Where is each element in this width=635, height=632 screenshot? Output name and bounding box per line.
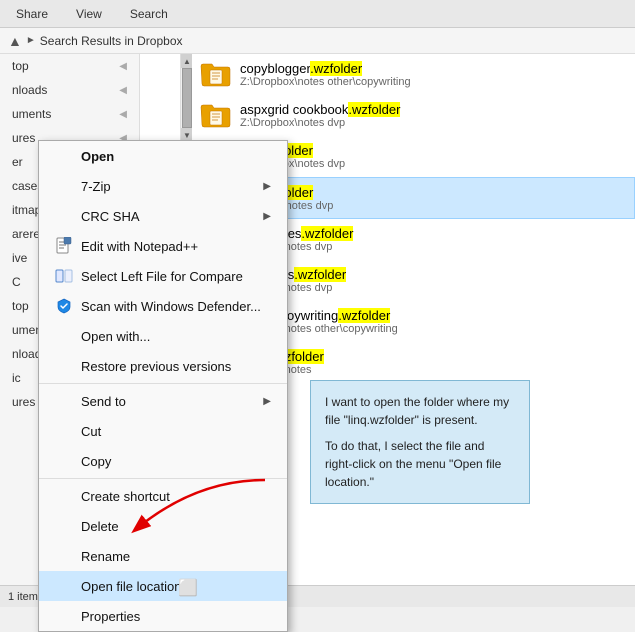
back-button[interactable]: ▲ <box>8 33 22 49</box>
ctx-label-13: Rename <box>81 549 271 564</box>
ctx-item-13[interactable]: Rename <box>39 541 287 571</box>
status-text: 1 item <box>8 591 38 603</box>
ctx-icon-4 <box>55 267 73 285</box>
tooltip-text2: To do that, I select the file and right-… <box>325 437 515 491</box>
ctx-item-11[interactable]: Create shortcut <box>39 481 287 511</box>
ctx-icon-15 <box>55 607 73 625</box>
tab-view[interactable]: View <box>68 3 110 25</box>
ctx-icon-12 <box>55 517 73 535</box>
ctx-item-7[interactable]: Restore previous versions <box>39 351 287 381</box>
ctx-icon-0 <box>55 147 73 165</box>
pin-icon-0: ◀ <box>119 61 127 72</box>
ctx-label-2: CRC SHA <box>81 209 255 224</box>
context-menu: Open 7-Zip ▶ CRC SHA ▶ Edit with Notepad++ Sel… <box>38 140 288 632</box>
ctx-icon-2 <box>55 207 73 225</box>
tab-search[interactable]: Search <box>122 3 176 25</box>
file-item-0[interactable]: copyblogger.wzfolderZ:\Dropbox\notes oth… <box>192 54 635 95</box>
ctx-item-9[interactable]: Cut <box>39 416 287 446</box>
ctx-label-5: Scan with Windows Defender... <box>81 299 271 314</box>
folder-icon-0 <box>200 60 232 88</box>
tooltip-box: I want to open the folder where my file … <box>310 380 530 504</box>
ctx-icon-5 <box>55 297 73 315</box>
file-name-0: copyblogger.wzfolder <box>240 61 411 76</box>
ctx-item-5[interactable]: Scan with Windows Defender... <box>39 291 287 321</box>
ctx-item-3[interactable]: Edit with Notepad++ <box>39 231 287 261</box>
ctx-arrow-8: ▶ <box>263 396 271 407</box>
ctx-item-8[interactable]: Send to ▶ <box>39 386 287 416</box>
file-path-0: Z:\Dropbox\notes other\copywriting <box>240 76 411 88</box>
ctx-label-3: Edit with Notepad++ <box>81 239 271 254</box>
ctx-arrow-2: ▶ <box>263 211 271 222</box>
ctx-label-6: Open with... <box>81 329 271 344</box>
ctx-label-4: Select Left File for Compare <box>81 269 271 284</box>
ctx-icon-3 <box>55 237 73 255</box>
ctx-item-1[interactable]: 7-Zip ▶ <box>39 171 287 201</box>
breadcrumb: ▲ ► Search Results in Dropbox <box>0 28 635 54</box>
ctx-label-12: Delete <box>81 519 271 534</box>
ctx-icon-9 <box>55 422 73 440</box>
ctx-label-9: Cut <box>81 424 271 439</box>
ctx-label-14: Open file location <box>81 579 271 594</box>
sidebar-item-1[interactable]: nloads ◀ <box>0 78 139 102</box>
ctx-item-6[interactable]: Open with... <box>39 321 287 351</box>
ctx-label-10: Copy <box>81 454 271 469</box>
ctx-label-11: Create shortcut <box>81 489 271 504</box>
pin-icon-1: ◀ <box>119 85 127 96</box>
ctx-icon-6 <box>55 327 73 345</box>
ctx-item-14[interactable]: Open file location <box>39 571 287 601</box>
folder-icon-1 <box>200 101 232 129</box>
sidebar-item-2[interactable]: uments ◀ <box>0 102 139 126</box>
ctx-label-15: Properties <box>81 609 271 624</box>
file-info-1: aspxgrid cookbook.wzfolderZ:\Dropbox\not… <box>240 102 400 129</box>
tab-share[interactable]: Share <box>8 3 56 25</box>
ctx-label-8: Send to <box>81 394 255 409</box>
file-info-0: copyblogger.wzfolderZ:\Dropbox\notes oth… <box>240 61 411 88</box>
ctx-icon-13 <box>55 547 73 565</box>
ctx-label-7: Restore previous versions <box>81 359 271 374</box>
ctx-icon-14 <box>55 577 73 595</box>
ctx-divider-10 <box>39 478 287 479</box>
ctx-item-4[interactable]: Select Left File for Compare <box>39 261 287 291</box>
ctx-label-0: Open <box>81 149 271 164</box>
ctx-item-10[interactable]: Copy <box>39 446 287 476</box>
sidebar-item-0[interactable]: top ◀ <box>0 54 139 78</box>
scroll-thumb[interactable] <box>182 68 192 128</box>
file-name-1: aspxgrid cookbook.wzfolder <box>240 102 400 117</box>
ctx-item-0[interactable]: Open <box>39 141 287 171</box>
ctx-item-12[interactable]: Delete <box>39 511 287 541</box>
ctx-divider-7 <box>39 383 287 384</box>
ctx-arrow-1: ▶ <box>263 181 271 192</box>
ctx-icon-8 <box>55 392 73 410</box>
ctx-icon-10 <box>55 452 73 470</box>
ctx-label-1: 7-Zip <box>81 179 255 194</box>
breadcrumb-path: Search Results in Dropbox <box>40 34 183 48</box>
tooltip-text1: I want to open the folder where my file … <box>325 393 515 429</box>
ctx-item-15[interactable]: Properties <box>39 601 287 631</box>
file-item-1[interactable]: aspxgrid cookbook.wzfolderZ:\Dropbox\not… <box>192 95 635 136</box>
pin-icon-2: ◀ <box>119 109 127 120</box>
ctx-icon-11 <box>55 487 73 505</box>
forward-icon: ► <box>26 35 36 46</box>
ctx-icon-7 <box>55 357 73 375</box>
file-path-1: Z:\Dropbox\notes dvp <box>240 117 400 129</box>
ctx-icon-1 <box>55 177 73 195</box>
ctx-item-2[interactable]: CRC SHA ▶ <box>39 201 287 231</box>
top-bar: Share View Search <box>0 0 635 28</box>
